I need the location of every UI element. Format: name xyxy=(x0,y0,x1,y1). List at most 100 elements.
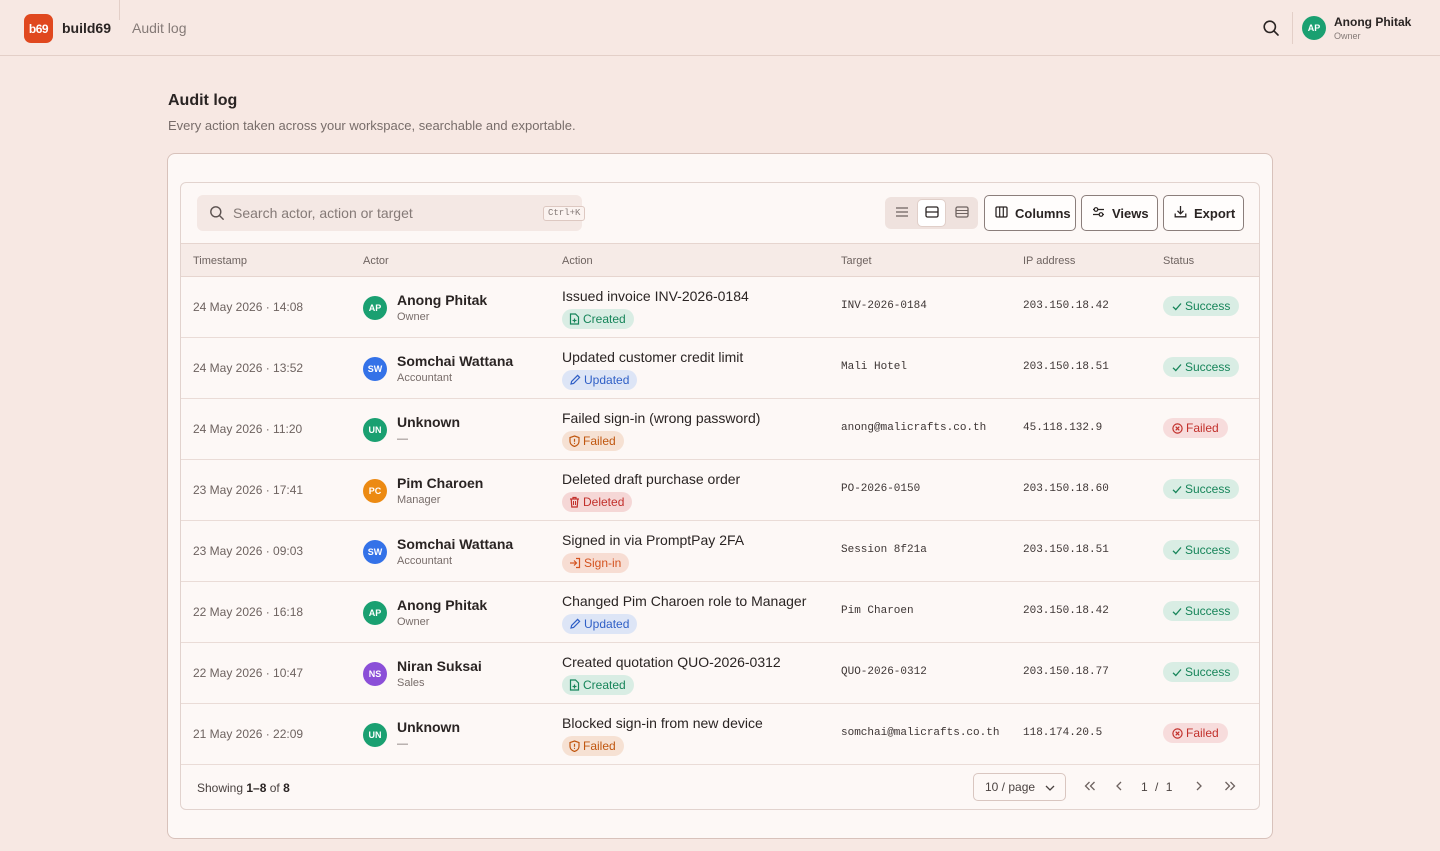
action-type-badge: Created xyxy=(562,309,634,329)
x-circle-icon xyxy=(1172,727,1183,739)
pencil-icon xyxy=(569,618,581,630)
total-pages: 1 xyxy=(1165,780,1173,794)
status-badge: Success xyxy=(1163,662,1240,682)
table-footer: Showing 1–8 of 8 10 / page 1 / 1 xyxy=(181,765,1259,809)
timestamp-cell: 24 May 2026 · 14:08 xyxy=(193,300,304,314)
table-row[interactable]: 23 May 2026 · 09:03 SW Somchai Wattana A… xyxy=(181,521,1259,582)
columns-button[interactable]: Columns xyxy=(984,195,1076,231)
doc-plus-icon xyxy=(569,679,580,691)
ip-address-cell: 45.118.132.9 xyxy=(1023,422,1103,434)
actor-avatar: NS xyxy=(363,662,387,686)
showing-summary: Showing 1–8 of 8 xyxy=(197,781,290,795)
last-page-button[interactable] xyxy=(1224,779,1236,794)
shield-alert-icon xyxy=(569,435,580,447)
export-button[interactable]: Export xyxy=(1163,195,1244,231)
actor-avatar: UN xyxy=(363,418,387,442)
actor-role: Accountant xyxy=(397,372,453,384)
action-description: Failed sign-in (wrong password) xyxy=(562,410,761,426)
chevrons-right-icon xyxy=(1224,779,1236,794)
showing-total: 8 xyxy=(283,781,290,795)
column-header-actor[interactable]: Actor xyxy=(363,255,389,267)
search-field[interactable]: Ctrl+K xyxy=(197,195,586,231)
page-subtitle: Every action taken across your workspace… xyxy=(168,118,576,133)
top-bar: b69 build69 Audit log AP Anong Phitak Ow… xyxy=(0,0,1440,56)
check-icon xyxy=(1172,607,1182,616)
showing-range: 1–8 xyxy=(246,781,267,795)
ip-address-cell: 203.150.18.77 xyxy=(1023,666,1109,678)
timestamp-cell: 23 May 2026 · 09:03 xyxy=(193,544,304,558)
action-type-label: Created xyxy=(583,678,626,692)
column-header-status[interactable]: Status xyxy=(1163,255,1194,267)
status-badge: Success xyxy=(1163,540,1240,560)
table-row[interactable]: 21 May 2026 · 22:09 UN Unknown — Blocked… xyxy=(181,704,1259,765)
doc-plus-icon xyxy=(569,313,580,325)
search-input[interactable] xyxy=(233,195,523,231)
column-header-action[interactable]: Action xyxy=(562,255,593,267)
action-description: Signed in via PromptPay 2FA xyxy=(562,532,745,548)
action-type-badge: Failed xyxy=(562,431,624,451)
table-row[interactable]: 24 May 2026 · 14:08 AP Anong Phitak Owne… xyxy=(181,277,1259,338)
app-logo[interactable]: b69 xyxy=(24,14,53,43)
column-header-timestamp[interactable]: Timestamp xyxy=(193,255,247,267)
table-row[interactable]: 24 May 2026 · 11:20 UN Unknown — Failed … xyxy=(181,399,1259,460)
table-row[interactable]: 22 May 2026 · 16:18 AP Anong Phitak Owne… xyxy=(181,582,1259,643)
table-row[interactable]: 22 May 2026 · 10:47 NS Niran Suksai Sale… xyxy=(181,643,1259,704)
user-avatar[interactable]: AP xyxy=(1302,16,1326,40)
density-compact-button[interactable] xyxy=(887,199,916,227)
trash-icon xyxy=(569,496,580,508)
actor-name: Pim Charoen xyxy=(397,475,484,491)
page-title: Audit log xyxy=(168,92,238,109)
ip-address-cell: 203.150.18.60 xyxy=(1023,483,1109,495)
action-description: Issued invoice INV-2026-0184 xyxy=(562,288,749,304)
chevrons-left-icon xyxy=(1084,779,1096,794)
pencil-icon xyxy=(569,374,581,386)
column-header-target[interactable]: Target xyxy=(841,255,872,267)
actor-role: Owner xyxy=(397,616,430,628)
check-icon xyxy=(1172,363,1182,372)
actor-avatar: SW xyxy=(363,540,387,564)
target-cell: PO-2026-0150 xyxy=(841,483,921,495)
status-label: Success xyxy=(1185,665,1231,679)
table-row[interactable]: 24 May 2026 · 13:52 SW Somchai Wattana A… xyxy=(181,338,1259,399)
actor-name: Unknown xyxy=(397,719,460,735)
actor-role: — xyxy=(397,738,408,750)
column-header-ip-address[interactable]: IP address xyxy=(1023,255,1075,267)
check-icon xyxy=(1172,302,1182,311)
previous-page-button[interactable] xyxy=(1115,779,1123,794)
actor-name: Unknown xyxy=(397,414,460,430)
views-button[interactable]: Views xyxy=(1081,195,1158,231)
action-type-badge: Sign-in xyxy=(562,553,630,573)
page-indicator: 1 / 1 xyxy=(1141,780,1172,794)
density-spacious-button[interactable] xyxy=(947,199,976,227)
actor-avatar: SW xyxy=(363,357,387,381)
user-name[interactable]: Anong Phitak xyxy=(1334,15,1411,29)
action-type-label: Failed xyxy=(583,739,616,753)
page-separator: / xyxy=(1155,780,1159,794)
actor-avatar: AP xyxy=(363,601,387,625)
next-page-button[interactable] xyxy=(1195,779,1203,794)
search-icon xyxy=(209,205,225,221)
export-label: Export xyxy=(1194,205,1236,221)
table-row[interactable]: 23 May 2026 · 17:41 PC Pim Charoen Manag… xyxy=(181,460,1259,521)
density-comfortable-button[interactable] xyxy=(917,199,946,227)
brand-name[interactable]: build69 xyxy=(62,20,111,36)
showing-of: of xyxy=(269,781,280,795)
status-label: Success xyxy=(1185,543,1231,557)
timestamp-cell: 24 May 2026 · 11:20 xyxy=(193,422,303,436)
ip-address-cell: 203.150.18.42 xyxy=(1023,300,1109,312)
audit-table-card: Ctrl+K Columns Views xyxy=(180,182,1260,810)
sliders-icon xyxy=(1092,206,1105,221)
search-icon[interactable] xyxy=(1262,19,1280,37)
list-compact-icon xyxy=(895,206,909,221)
actor-role: Accountant xyxy=(397,555,453,567)
table-header: Timestamp Actor Action Target IP address… xyxy=(181,243,1259,277)
action-description: Changed Pim Charoen role to Manager xyxy=(562,593,807,609)
page-size-select[interactable]: 10 / page xyxy=(973,773,1066,801)
download-icon xyxy=(1174,205,1187,221)
status-badge: Failed xyxy=(1163,723,1228,743)
status-label: Success xyxy=(1185,482,1231,496)
first-page-button[interactable] xyxy=(1084,779,1096,794)
header-divider xyxy=(119,0,120,20)
status-badge: Failed xyxy=(1163,418,1228,438)
actor-name: Somchai Wattana xyxy=(397,353,514,369)
